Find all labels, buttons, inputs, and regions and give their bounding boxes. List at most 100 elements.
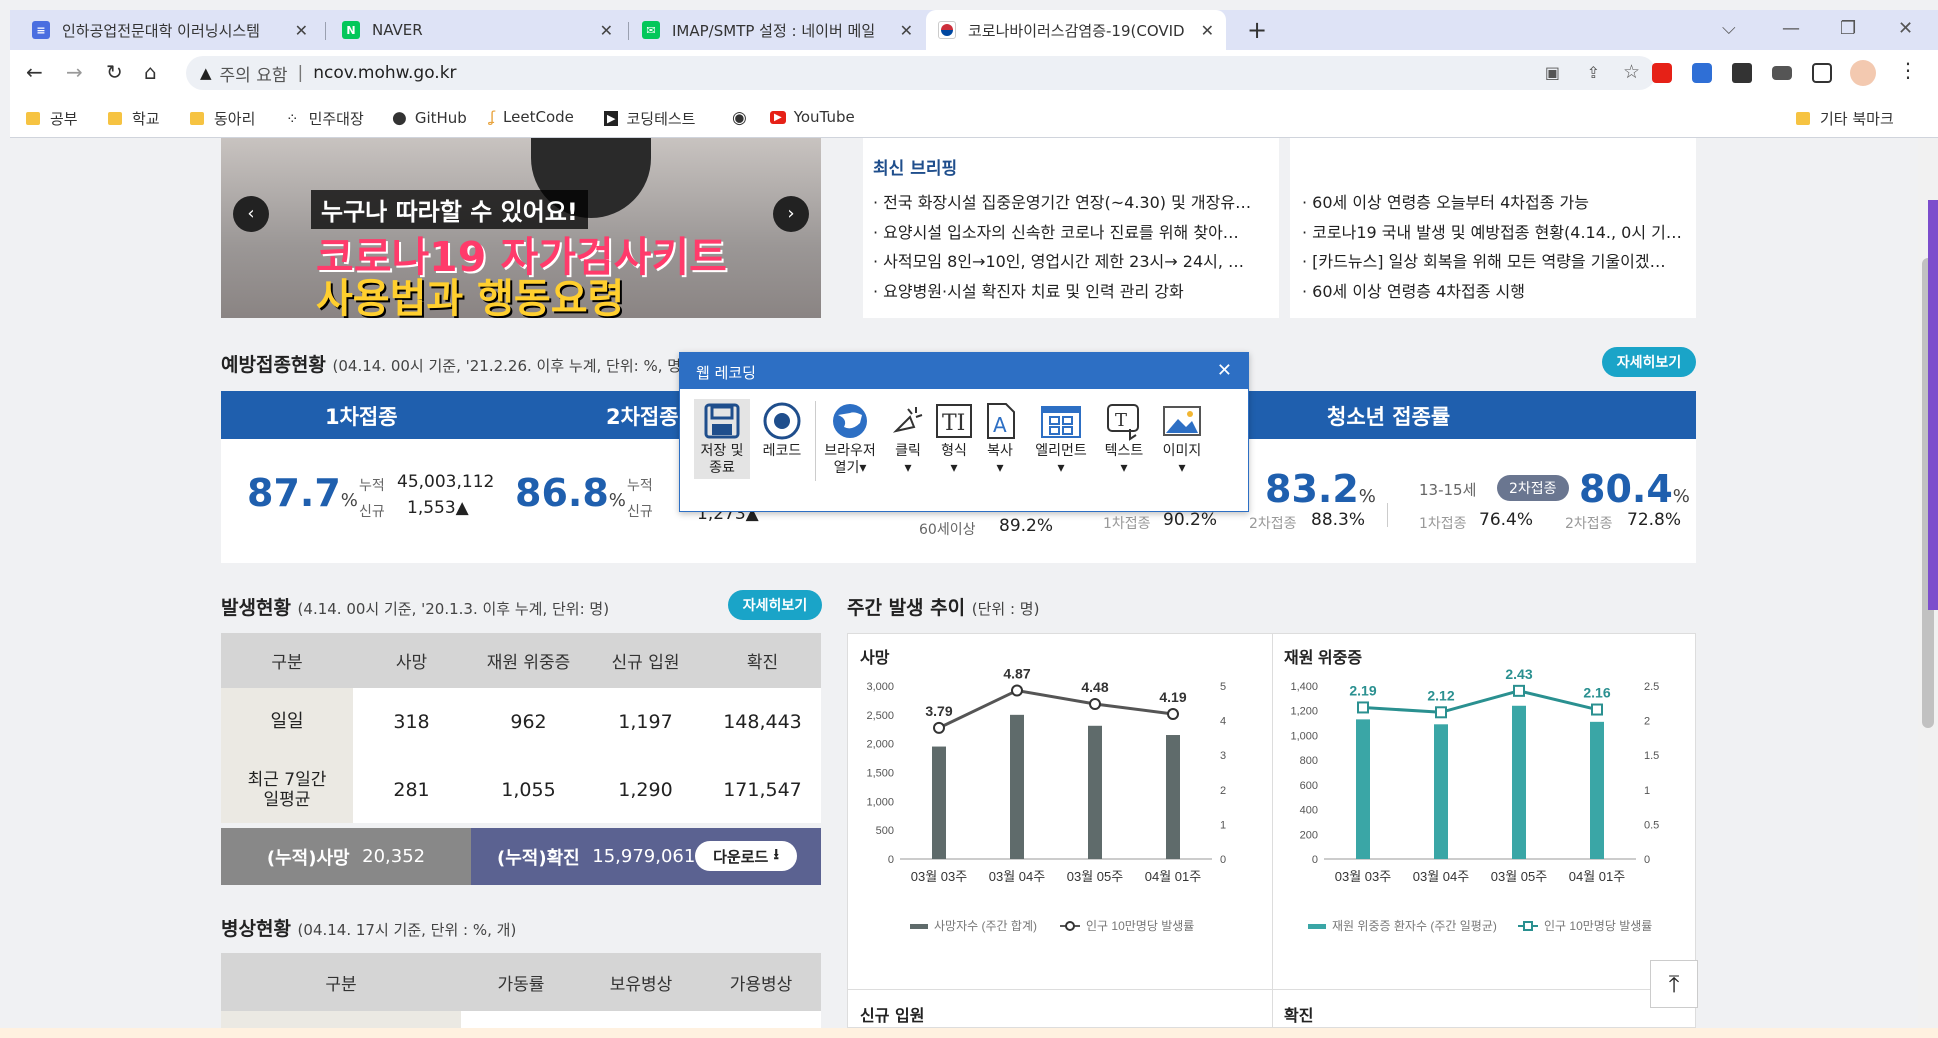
close-icon[interactable]: ✕	[1217, 360, 1232, 381]
tab-strip: ≡ 인하공업전문대학 이러닝시스템 ✕ N NAVER ✕ ✉ IMAP/SMT…	[10, 10, 1938, 50]
save-and-exit-button[interactable]: 저장 및 종료	[694, 399, 750, 479]
prev-slide-button[interactable]: ‹	[233, 196, 269, 232]
folder-icon	[108, 112, 122, 125]
news-link[interactable]: · 요양시설 입소자의 신속한 코로나 진료를 위해 찾아…	[873, 219, 1239, 243]
cum-label: 누적	[359, 478, 385, 494]
tab-naver[interactable]: N NAVER ✕	[330, 10, 625, 50]
bookmark-folder[interactable]: 학교	[108, 108, 160, 129]
news-card: · 60세 이상 연령층 오늘부터 4차접종 가능 · 코로나19 국내 발생 …	[1290, 138, 1696, 318]
tab-covid[interactable]: 코로나바이러스감염증-19(COVID ✕	[926, 10, 1226, 50]
dose1-value: 90.2%	[1163, 510, 1218, 530]
tab-title: 인하공업전문대학 이러닝시스템	[62, 21, 260, 40]
close-icon[interactable]: ✕	[900, 21, 913, 40]
bookmark-folder[interactable]: 동아리	[190, 108, 255, 129]
pct-unit: %	[340, 490, 358, 511]
news-link[interactable]: · 요양병원·시설 확진자 치료 및 인력 관리 강화	[873, 278, 1184, 302]
column-header: 구분	[221, 633, 353, 688]
tool-label: 브라우저 열기▾	[824, 443, 876, 476]
recorder-titlebar: 웹 레코딩 ✕	[680, 353, 1248, 389]
dose1-label: 1차접종	[1103, 516, 1151, 532]
site-info-icon[interactable]: ▣	[1545, 63, 1560, 82]
more-menu-icon[interactable]: ⋮	[1898, 58, 1918, 82]
news-link[interactable]: · 전국 화장시설 집중운영기간 연장(~4.30) 및 개장유…	[873, 189, 1251, 213]
open-browser-button[interactable]: 브라우저 열기▾	[822, 399, 878, 477]
side-accent	[1928, 200, 1938, 610]
close-icon[interactable]: ✕	[295, 21, 308, 40]
bookmark-coding-test[interactable]: ▶ 코딩테스트	[604, 108, 695, 129]
bookmark-folder[interactable]: 공부	[26, 108, 78, 129]
outbreak-table: 구분 사망 재원 위중증 신규 입원 확진 일일 318 962 1,197 1…	[221, 633, 821, 823]
sidepanel-icon[interactable]	[1812, 63, 1832, 83]
banner-image[interactable]: 누구나 따라할 수 있어요! 코로나19 자가검사키트 사용법과 행동요령 ‹ …	[221, 138, 821, 318]
youtube-ext-icon[interactable]	[1652, 63, 1672, 83]
back-icon[interactable]: ←	[26, 60, 43, 84]
share-icon[interactable]: ⇪	[1587, 63, 1600, 82]
vaccination-detail-button[interactable]: 자세히보기	[1602, 347, 1696, 377]
bookmark-link[interactable]: ⁘ 민주대장	[286, 108, 364, 129]
forward-icon[interactable]: →	[66, 60, 83, 84]
news-link[interactable]: · 60세 이상 연령층 오늘부터 4차접종 가능	[1302, 189, 1589, 213]
y-tick-label: 2,500	[866, 710, 894, 722]
bookmark-youtube[interactable]: ▶ YouTube	[770, 108, 855, 126]
teen-b-pct: 80.4	[1579, 467, 1673, 511]
y2-tick-label: 0	[1220, 854, 1226, 866]
ui-ext-icon[interactable]	[1692, 63, 1712, 83]
download-button[interactable]: 다운로드 ⭳	[695, 841, 797, 871]
record-button[interactable]: 레코드	[754, 399, 810, 460]
tab-title: NAVER	[372, 21, 423, 39]
element-grid-icon	[1030, 399, 1092, 443]
text-tool-button[interactable]: T 텍스트 ▾	[1096, 399, 1152, 477]
bookmark-globe[interactable]: ◉	[732, 108, 747, 128]
cum-conf-value: 15,979,061	[592, 846, 696, 867]
news-link[interactable]: · 코로나19 국내 발생 및 예방접종 현황(4.14., 0시 기…	[1302, 219, 1682, 243]
restore-icon[interactable]: ❐	[1840, 18, 1856, 39]
copy-tool-button[interactable]: A 복사 ▾	[972, 399, 1028, 477]
close-icon[interactable]: ✕	[1201, 21, 1214, 40]
new-tab-button[interactable]: +	[1235, 10, 1275, 50]
bookmark-leetcode[interactable]: ʆ LeetCode	[490, 108, 574, 126]
bottom-strip	[0, 1028, 1938, 1038]
column-header: 확진	[704, 633, 821, 688]
news-link[interactable]: · 사적모임 8인→10인, 영업시간 제한 23시→ 24시, …	[873, 248, 1244, 272]
reload-icon[interactable]: ↻	[106, 60, 123, 84]
legend-label: 사망자수 (주간 합계)	[934, 919, 1037, 933]
tool-label: 이미지 ▾	[1162, 443, 1202, 476]
news-link[interactable]: · 60세 이상 연령층 4차접종 시행	[1302, 278, 1525, 302]
scroll-top-button[interactable]: ⤒	[1650, 960, 1698, 1008]
cum-death-value: 20,352	[362, 846, 426, 867]
close-window-icon[interactable]: ✕	[1898, 18, 1913, 39]
data-label: 2.19	[1349, 682, 1376, 698]
rate-line	[938, 688, 1174, 730]
element-tool-button[interactable]: 엘리먼트 ▾	[1030, 399, 1092, 477]
image-tool-button[interactable]: 이미지 ▾	[1154, 399, 1210, 477]
header-first-dose: 1차접종	[325, 405, 398, 429]
tab-elearning[interactable]: ≡ 인하공업전문대학 이러닝시스템 ✕	[20, 10, 320, 50]
globe-icon	[822, 399, 878, 443]
tab-naver-mail[interactable]: ✉ IMAP/SMTP 설정 : 네이버 메일 ✕	[630, 10, 925, 50]
dose2-label: 2차접종	[1249, 516, 1297, 532]
news-link[interactable]: · [카드뉴스] 일상 회복을 위해 모든 역량을 기울이겠…	[1302, 248, 1666, 272]
youtube-icon: ▶	[770, 110, 786, 124]
column-header: 신규 입원	[587, 633, 704, 688]
close-icon[interactable]: ✕	[600, 21, 613, 40]
column-header: 가용병상	[701, 953, 821, 1011]
vaccination-title-text: 예방접종현황	[221, 354, 326, 376]
other-bookmarks[interactable]: 기타 북마크	[1796, 108, 1894, 129]
y2-tick-label: 2.5	[1644, 681, 1659, 693]
bookmark-github[interactable]: ● GitHub	[392, 108, 467, 128]
home-icon[interactable]: ⌂	[144, 60, 157, 84]
playlist-icon[interactable]	[1772, 66, 1792, 80]
star-icon[interactable]: ☆	[1623, 61, 1640, 83]
puzzle-icon[interactable]	[1732, 63, 1752, 83]
address-bar[interactable]: ▲ 주의 요함 | ncov.mohw.go.kr ▣ ⇪ ☆	[186, 56, 1656, 90]
column-header: 사망	[353, 633, 470, 688]
table-cell: 148,443	[723, 711, 802, 733]
y2-tick-label: 2	[1220, 785, 1226, 797]
minimize-icon[interactable]: —	[1782, 18, 1800, 39]
chevron-down-icon[interactable]: ⌵	[1722, 18, 1736, 39]
page-content: 누구나 따라할 수 있어요! 코로나19 자가검사키트 사용법과 행동요령 ‹ …	[10, 138, 1928, 1028]
outbreak-detail-button[interactable]: 자세히보기	[728, 590, 822, 620]
next-slide-button[interactable]: ›	[773, 196, 809, 232]
avatar[interactable]	[1850, 60, 1876, 86]
rate-point	[1357, 701, 1369, 714]
